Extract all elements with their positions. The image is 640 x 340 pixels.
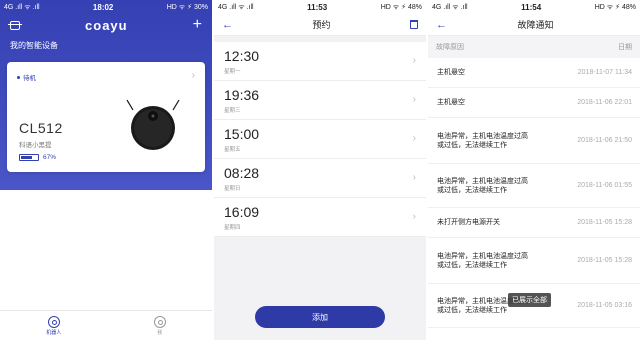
battery-percent: 67% (43, 154, 57, 161)
bottom-tab-bar: 机器人 我 (0, 310, 212, 340)
schedule-item[interactable]: 16:09 星期四 › (214, 198, 426, 237)
status-bar: 4G .ıll ᯤ .ıll 11:53 HD ᯤ ⚡ 48% (214, 0, 426, 14)
page-title: 故障通知 (517, 20, 554, 30)
chevron-right-icon: › (412, 133, 416, 144)
battery-indicator: 67% (19, 154, 56, 161)
column-date: 日期 (618, 44, 632, 51)
status-right: HD ᯤ ⚡ 48% (380, 3, 422, 11)
schedule-time: 19:36 (224, 87, 260, 103)
schedule-day: 星期一 (224, 69, 241, 75)
fault-time: 2018-11-06 21:50 (577, 137, 632, 144)
fault-time: 2018-11-05 15:28 (577, 257, 632, 264)
status-time: 18:02 (92, 2, 114, 12)
schedule-header: ← 预约 (214, 14, 426, 36)
fault-time: 2018-11-05 15:28 (577, 219, 632, 226)
fault-table-header: 故障原因 日期 (428, 36, 640, 58)
tab-robot[interactable]: 机器人 (46, 315, 62, 336)
status-dot-icon (17, 75, 20, 79)
signal-indicator: 4G .ıll ᯤ .ıll (218, 3, 254, 11)
schedule-list: 12:30 星期一 › 19:36 星期三 › 15:00 星期五 › 08:2… (214, 42, 426, 237)
robot-vacuum-image (126, 99, 180, 150)
back-arrow-icon[interactable]: ← (436, 19, 447, 31)
brand-logo: coayu (85, 17, 128, 33)
add-device-icon[interactable]: + (193, 17, 202, 33)
fault-time: 2018-11-05 03:16 (577, 302, 632, 309)
profile-tab-icon (153, 315, 166, 328)
schedule-time: 12:30 (224, 48, 260, 64)
fault-row: 电池异常，主机电池温度过高或过低，无法继续工作 2018-11-06 01:55 (428, 164, 640, 208)
page-title: 预约 (312, 20, 331, 30)
status-time: 11:53 (307, 2, 328, 12)
schedule-screen: 4G .ıll ᯤ .ıll 11:53 HD ᯤ ⚡ 48% ← 预约 12:… (214, 0, 426, 340)
fault-row: 电池异常，主机电池温度过高或过低，无法继续工作 2018-11-06 21:50 (428, 118, 640, 164)
fault-reason: 电池异常，主机电池温度过高或过低，无法继续工作 (437, 252, 528, 269)
schedule-day: 星期三 (224, 108, 241, 114)
fault-time: 2018-11-06 22:01 (577, 99, 632, 106)
add-schedule-button[interactable]: 添加 (255, 306, 385, 328)
fault-reason: 电池异常，主机电池温度过高或过低，无法继续工作 (437, 177, 528, 194)
device-status-label: 待机 (23, 75, 36, 82)
toast-message: 已展示全部 (508, 293, 551, 307)
chevron-right-icon: › (412, 211, 416, 222)
fault-row: 电池异常，主机电池温度过高或过低，无法继续工作 2018-11-05 15:28 (428, 238, 640, 284)
device-model: CL512 (19, 120, 63, 136)
fault-time: 2018-11-07 11:34 (577, 69, 632, 76)
fault-reason: 电池异常，主机电池温度过高或过低，无法继续工作 (437, 132, 528, 149)
fault-row: 未打开侧方电源开关 2018-11-05 15:28 (428, 208, 640, 238)
battery-icon (19, 154, 39, 161)
status-bar: 4G .ıll ᯤ .ıll 11:54 HD ᯤ ⚡ 48% (428, 0, 640, 14)
fault-reason: 主机悬空 (437, 69, 465, 76)
schedule-item[interactable]: 12:30 星期一 › (214, 42, 426, 81)
schedule-day: 星期五 (224, 147, 241, 153)
chevron-right-icon: › (412, 55, 416, 66)
signal-indicator: 4G .ıll ᯤ .ıll (4, 3, 40, 11)
device-name: 科语小黑提 (19, 142, 52, 149)
robot-tab-icon (47, 315, 60, 328)
page-title: 我的智能设备 (10, 41, 58, 50)
status-right: HD ᯤ ⚡ 30% (166, 3, 208, 11)
signal-indicator: 4G .ıll ᯤ .ıll (432, 3, 468, 11)
schedule-time: 15:00 (224, 126, 260, 142)
status-right: HD ᯤ ⚡ 48% (594, 3, 636, 11)
fault-reason: 主机悬空 (437, 99, 465, 106)
chevron-right-icon: › (412, 94, 416, 105)
fault-time: 2018-11-06 01:55 (577, 182, 632, 189)
schedule-item[interactable]: 08:28 星期日 › (214, 159, 426, 198)
trash-icon[interactable] (409, 20, 418, 29)
tab-robot-label: 机器人 (46, 329, 62, 336)
schedule-time: 16:09 (224, 204, 260, 220)
schedule-item[interactable]: 19:36 星期三 › (214, 81, 426, 120)
fault-row: 主机悬空 2018-11-07 11:34 (428, 58, 640, 88)
home-screen: 4G .ıll ᯤ .ıll 18:02 HD ᯤ ⚡ 30% coayu + … (0, 0, 212, 340)
status-bar: 4G .ıll ᯤ .ıll 18:02 HD ᯤ ⚡ 30% (0, 0, 212, 14)
fault-notification-screen: 4G .ıll ᯤ .ıll 11:54 HD ᯤ ⚡ 48% ← 故障通知 故… (428, 0, 640, 340)
column-reason: 故障原因 (436, 44, 464, 51)
fault-reason: 未打开侧方电源开关 (437, 219, 500, 226)
chevron-right-icon: › (191, 70, 195, 81)
fault-header: ← 故障通知 (428, 14, 640, 36)
schedule-item[interactable]: 15:00 星期五 › (214, 120, 426, 159)
status-time: 11:54 (521, 2, 542, 12)
tab-me-label: 我 (157, 329, 163, 336)
schedule-time: 08:28 (224, 165, 260, 181)
tab-me[interactable]: 我 (153, 315, 166, 336)
fault-row: 主机悬空 2018-11-06 22:01 (428, 88, 640, 118)
device-card[interactable]: 待机 › CL512 科语小黑提 67% (7, 62, 205, 172)
back-arrow-icon[interactable]: ← (222, 19, 233, 31)
chevron-right-icon: › (412, 172, 416, 183)
scan-icon[interactable] (8, 20, 22, 30)
device-status: 待机 (17, 72, 36, 82)
schedule-day: 星期日 (224, 186, 241, 192)
schedule-day: 星期四 (224, 225, 241, 231)
